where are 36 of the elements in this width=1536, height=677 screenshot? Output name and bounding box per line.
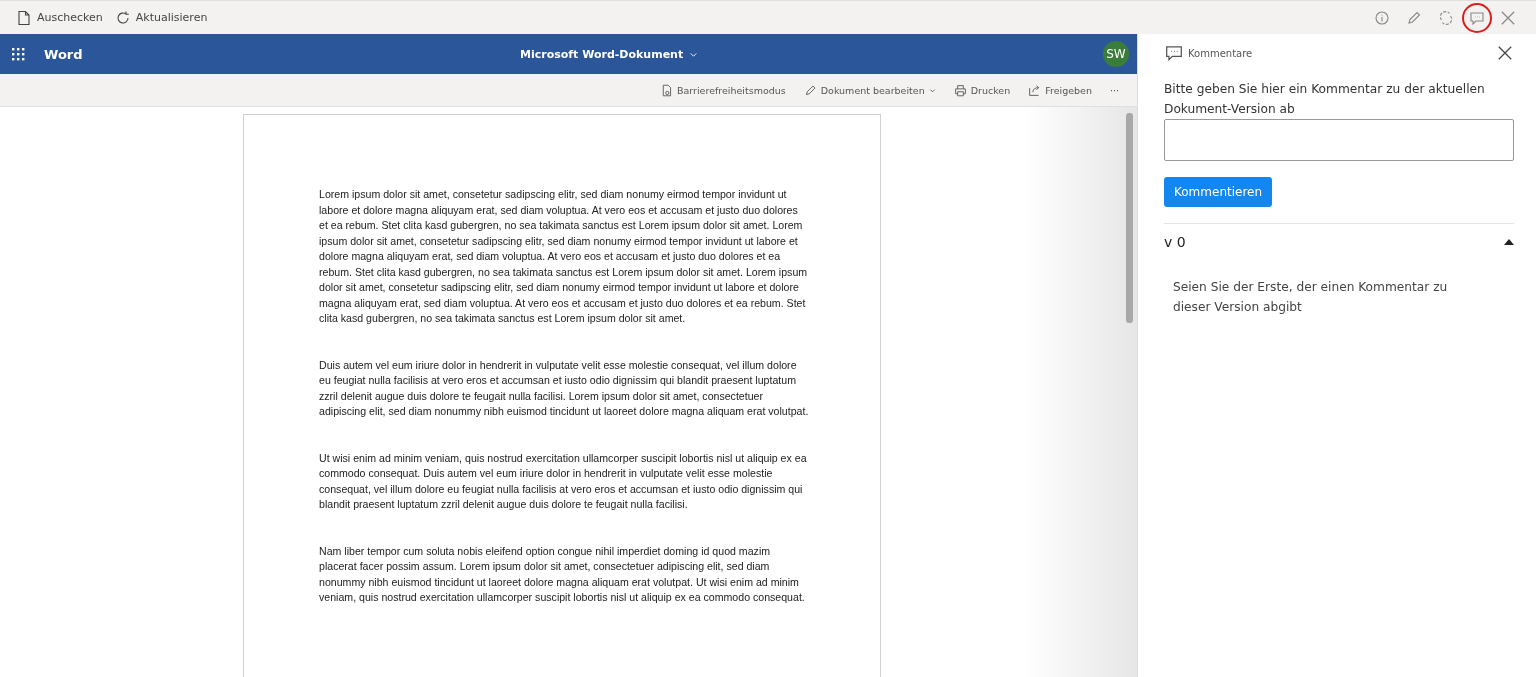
pencil-icon xyxy=(803,83,817,97)
command-button[interactable]: Dokument bearbeiten xyxy=(803,83,936,97)
pencil-icon xyxy=(1406,9,1422,26)
command-button[interactable]: Freigeben xyxy=(1028,83,1092,97)
command-button[interactable]: ··· xyxy=(1109,84,1119,96)
caret-icon xyxy=(928,86,936,94)
document-title[interactable]: Microsoft Word-Dokument xyxy=(484,47,1103,61)
close-icon xyxy=(1496,44,1514,62)
empty-message: Seien Sie der Erste, der einen Kommentar zu dieser Version abgibt xyxy=(1172,279,1449,316)
toolbar-button[interactable]: Auschecken xyxy=(16,9,109,26)
paragraph: Ut wisi enim ad minim veniam, quis nostrud exercitation ullamcorper suscipit lobortis nisl ut aliquip ex ea commodo consequat. Duis autem vel eum iriure dolor in hendrerit in vulputate velit esse molestie consequat, vel illum dolore eu feugiat nulla facilisis at vero eros et accumsan et iusto odio dignissim qui blandit praesent luptatum zzril delenit augue duis dolore te feugait nulla facilisi. xyxy=(319,450,808,512)
command-button[interactable]: Barrierefreiheitsmodus xyxy=(659,83,786,97)
paragraph: Lorem ipsum dolor sit amet, consetetur sadipscing elitr, sed diam nonumy eirmod tempor invidunt ut labore et dolore magna aliquyam erat, sed diam voluptua. At vero eos et accusam et justo duo dolores et ea rebum. Stet clita kasd gubergren, no sea takimata sanctus est Lorem ipsum dolor sit amet. Lorem ipsum dolor sit amet, consetetur sadipscing elitr, sed diam nonumy eirmod tempor invidunt ut labore et dolore magna aliquyam erat, sed diam voluptua. At vero eos et accusam et justo duo dolores et ea rebum. Stet clita kasd gubergren, no sea takimata sanctus est Lorem ipsum dolor sit amet. Lorem ipsum dolor sit amet, consetetur sadipscing elitr, sed diam nonumy eirmod tempor invidunt ut labore et dolore magna aliquyam erat, sed diam voluptua. At vero eos et accusam et justo duo dolores et ea rebum. Stet clita kasd gubergren, no sea takimata sanctus est Lorem ipsum dolor sit amet. xyxy=(319,187,809,326)
sync-icon xyxy=(1438,9,1454,26)
scrollbar[interactable] xyxy=(1126,113,1133,323)
paragraph: Duis autem vel eum iriure dolor in hendrerit in vulputate velit esse molestie consequat, vel illum dolore eu feugiat nulla facilisis at vero eros et accumsan et iusto odio dignissim qui blandit praesent luptatum zzril delenit augue duis dolore te feugait nulla facilisi. Lorem ipsum dolor sit amet, consectetuer adipiscing elit, sed diam nonummy nibh euismod tincidunt ut laoreet dolore magna aliquam erat volutpat. xyxy=(319,357,809,419)
info-icon xyxy=(1374,9,1390,26)
app-name: Word xyxy=(44,46,84,62)
app-launcher-icon[interactable] xyxy=(10,46,26,62)
comment-input-field[interactable] xyxy=(1164,119,1514,161)
version-header[interactable]: v 0 xyxy=(1164,224,1514,260)
paragraph: Nam liber tempor cum soluta nobis eleifend option congue nihil imperdiet doming id quod mazim placerat facer possim assum. Lorem ipsum dolor sit amet, consectetuer adipiscing elit, sed diam nonummy nibh euismod tincidunt ut laoreet dolore magna aliquam erat volutpat. Ut wisi enim ad minim veniam, quis nostrud exercitation ullamcorper suscipit lobortis nisl ut aliquip ex ea commodo consequat. xyxy=(319,543,806,605)
refresh-icon xyxy=(114,9,131,26)
document-icon xyxy=(16,9,32,26)
toolbar-icon-button[interactable] xyxy=(1462,2,1492,33)
close-button[interactable] xyxy=(1496,44,1514,62)
share-icon xyxy=(1028,83,1042,97)
user-avatar[interactable]: SW xyxy=(1103,41,1129,67)
panel-title: Kommentare xyxy=(1188,47,1254,59)
command-button[interactable]: Drucken xyxy=(953,83,1011,97)
printer-icon xyxy=(953,83,967,97)
comment-icon xyxy=(1164,44,1184,62)
comment-icon xyxy=(1469,9,1485,26)
submit-button[interactable]: Kommentieren xyxy=(1164,177,1273,207)
toolbar-button[interactable]: Aktualisieren xyxy=(114,9,214,26)
comment-prompt: Bitte geben Sie hier ein Kommentar zu der aktuellen Dokument-Version ab xyxy=(1164,81,1486,118)
